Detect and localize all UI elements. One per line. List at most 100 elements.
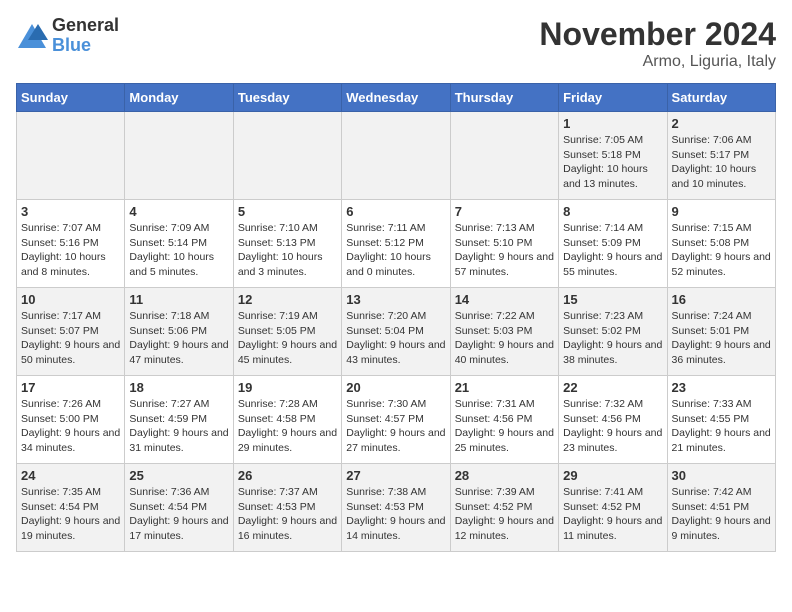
day-info: Sunrise: 7:09 AM Sunset: 5:14 PM Dayligh… xyxy=(129,221,228,280)
day-info: Sunrise: 7:06 AM Sunset: 5:17 PM Dayligh… xyxy=(672,133,771,192)
day-info: Sunrise: 7:39 AM Sunset: 4:52 PM Dayligh… xyxy=(455,485,554,544)
calendar-day-header: Monday xyxy=(125,84,233,112)
calendar-day-cell: 5Sunrise: 7:10 AM Sunset: 5:13 PM Daylig… xyxy=(233,200,341,288)
calendar-day-cell: 24 Sunrise: 7:35 AM Sunset: 4:54 PM Dayli… xyxy=(17,464,125,552)
calendar-day-header: Tuesday xyxy=(233,84,341,112)
day-number: 9 xyxy=(672,204,771,219)
calendar-day-cell: 21 Sunrise: 7:31 AM Sunset: 4:56 PM Dayli… xyxy=(450,376,558,464)
day-number: 18 xyxy=(129,380,228,395)
day-number: 8 xyxy=(563,204,662,219)
calendar-day-header: Wednesday xyxy=(342,84,450,112)
calendar-day-cell: 25 Sunrise: 7:36 AM Sunset: 4:54 PM Dayli… xyxy=(125,464,233,552)
day-info: Sunrise: 7:41 AM Sunset: 4:52 PM Dayligh… xyxy=(563,485,662,544)
day-info: Sunrise: 7:35 AM Sunset: 4:54 PM Dayligh… xyxy=(21,485,120,544)
day-info: Sunrise: 7:37 AM Sunset: 4:53 PM Dayligh… xyxy=(238,485,337,544)
calendar-day-cell xyxy=(342,112,450,200)
calendar-day-header: Sunday xyxy=(17,84,125,112)
day-info: Sunrise: 7:07 AM Sunset: 5:16 PM Dayligh… xyxy=(21,221,120,280)
location-subtitle: Armo, Liguria, Italy xyxy=(539,53,776,71)
day-number: 23 xyxy=(672,380,771,395)
calendar-day-cell: 3Sunrise: 7:07 AM Sunset: 5:16 PM Daylig… xyxy=(17,200,125,288)
calendar-body: 1Sunrise: 7:05 AM Sunset: 5:18 PM Daylig… xyxy=(17,112,776,552)
calendar-day-cell: 18 Sunrise: 7:27 AM Sunset: 4:59 PM Dayli… xyxy=(125,376,233,464)
day-info: Sunrise: 7:42 AM Sunset: 4:51 PM Dayligh… xyxy=(672,485,771,544)
day-number: 14 xyxy=(455,292,554,307)
day-info: Sunrise: 7:23 AM Sunset: 5:02 PM Dayligh… xyxy=(563,309,662,368)
day-info: Sunrise: 7:33 AM Sunset: 4:55 PM Dayligh… xyxy=(672,397,771,456)
calendar-day-cell: 29 Sunrise: 7:41 AM Sunset: 4:52 PM Dayli… xyxy=(559,464,667,552)
calendar-day-cell: 15 Sunrise: 7:23 AM Sunset: 5:02 PM Dayli… xyxy=(559,288,667,376)
calendar-day-cell: 1Sunrise: 7:05 AM Sunset: 5:18 PM Daylig… xyxy=(559,112,667,200)
calendar-day-cell: 16 Sunrise: 7:24 AM Sunset: 5:01 PM Dayli… xyxy=(667,288,775,376)
day-info: Sunrise: 7:27 AM Sunset: 4:59 PM Dayligh… xyxy=(129,397,228,456)
logo-general-text: General xyxy=(52,16,119,36)
calendar-day-cell xyxy=(233,112,341,200)
day-number: 6 xyxy=(346,204,445,219)
day-info: Sunrise: 7:14 AM Sunset: 5:09 PM Dayligh… xyxy=(563,221,662,280)
day-info: Sunrise: 7:17 AM Sunset: 5:07 PM Dayligh… xyxy=(21,309,120,368)
calendar-day-cell: 11 Sunrise: 7:18 AM Sunset: 5:06 PM Dayli… xyxy=(125,288,233,376)
day-info: Sunrise: 7:31 AM Sunset: 4:56 PM Dayligh… xyxy=(455,397,554,456)
calendar-day-cell: 13Sunrise: 7:20 AM Sunset: 5:04 PM Dayli… xyxy=(342,288,450,376)
day-info: Sunrise: 7:18 AM Sunset: 5:06 PM Dayligh… xyxy=(129,309,228,368)
calendar-day-cell: 26 Sunrise: 7:37 AM Sunset: 4:53 PM Dayli… xyxy=(233,464,341,552)
day-number: 10 xyxy=(21,292,120,307)
page-header: General Blue November 2024 Armo, Liguria… xyxy=(16,16,776,71)
calendar-day-cell: 9Sunrise: 7:15 AM Sunset: 5:08 PM Daylig… xyxy=(667,200,775,288)
calendar-week-row: 24 Sunrise: 7:35 AM Sunset: 4:54 PM Dayli… xyxy=(17,464,776,552)
calendar-header: SundayMondayTuesdayWednesdayThursdayFrid… xyxy=(17,84,776,112)
day-number: 20 xyxy=(346,380,445,395)
day-number: 24 xyxy=(21,468,120,483)
calendar-day-cell: 22 Sunrise: 7:32 AM Sunset: 4:56 PM Dayli… xyxy=(559,376,667,464)
calendar-week-row: 3Sunrise: 7:07 AM Sunset: 5:16 PM Daylig… xyxy=(17,200,776,288)
day-number: 25 xyxy=(129,468,228,483)
day-number: 11 xyxy=(129,292,228,307)
day-number: 16 xyxy=(672,292,771,307)
day-info: Sunrise: 7:24 AM Sunset: 5:01 PM Dayligh… xyxy=(672,309,771,368)
calendar-day-header: Thursday xyxy=(450,84,558,112)
calendar-table: SundayMondayTuesdayWednesdayThursdayFrid… xyxy=(16,83,776,552)
day-number: 17 xyxy=(21,380,120,395)
day-info: Sunrise: 7:38 AM Sunset: 4:53 PM Dayligh… xyxy=(346,485,445,544)
logo-icon xyxy=(16,22,48,50)
calendar-day-cell: 30 Sunrise: 7:42 AM Sunset: 4:51 PM Dayli… xyxy=(667,464,775,552)
day-info: Sunrise: 7:32 AM Sunset: 4:56 PM Dayligh… xyxy=(563,397,662,456)
day-number: 15 xyxy=(563,292,662,307)
calendar-day-header: Saturday xyxy=(667,84,775,112)
calendar-week-row: 1Sunrise: 7:05 AM Sunset: 5:18 PM Daylig… xyxy=(17,112,776,200)
calendar-day-cell: 28Sunrise: 7:39 AM Sunset: 4:52 PM Dayli… xyxy=(450,464,558,552)
day-info: Sunrise: 7:10 AM Sunset: 5:13 PM Dayligh… xyxy=(238,221,337,280)
month-title: November 2024 xyxy=(539,16,776,53)
calendar-day-cell: 7 Sunrise: 7:13 AM Sunset: 5:10 PM Daylig… xyxy=(450,200,558,288)
day-number: 19 xyxy=(238,380,337,395)
day-number: 29 xyxy=(563,468,662,483)
calendar-day-cell: 14Sunrise: 7:22 AM Sunset: 5:03 PM Dayli… xyxy=(450,288,558,376)
day-number: 2 xyxy=(672,116,771,131)
day-info: Sunrise: 7:36 AM Sunset: 4:54 PM Dayligh… xyxy=(129,485,228,544)
calendar-day-cell: 27 Sunrise: 7:38 AM Sunset: 4:53 PM Dayli… xyxy=(342,464,450,552)
calendar-day-cell: 12 Sunrise: 7:19 AM Sunset: 5:05 PM Dayli… xyxy=(233,288,341,376)
calendar-day-cell: 10 Sunrise: 7:17 AM Sunset: 5:07 PM Dayli… xyxy=(17,288,125,376)
calendar-day-cell: 8 Sunrise: 7:14 AM Sunset: 5:09 PM Daylig… xyxy=(559,200,667,288)
calendar-day-cell: 6 Sunrise: 7:11 AM Sunset: 5:12 PM Daylig… xyxy=(342,200,450,288)
day-number: 30 xyxy=(672,468,771,483)
day-info: Sunrise: 7:11 AM Sunset: 5:12 PM Dayligh… xyxy=(346,221,445,280)
day-number: 13 xyxy=(346,292,445,307)
calendar-week-row: 17Sunrise: 7:26 AM Sunset: 5:00 PM Dayli… xyxy=(17,376,776,464)
day-number: 22 xyxy=(563,380,662,395)
calendar-day-cell: 2 Sunrise: 7:06 AM Sunset: 5:17 PM Daylig… xyxy=(667,112,775,200)
calendar-day-cell xyxy=(125,112,233,200)
day-info: Sunrise: 7:13 AM Sunset: 5:10 PM Dayligh… xyxy=(455,221,554,280)
calendar-day-cell xyxy=(17,112,125,200)
day-number: 1 xyxy=(563,116,662,131)
day-number: 26 xyxy=(238,468,337,483)
day-number: 21 xyxy=(455,380,554,395)
calendar-day-cell: 19 Sunrise: 7:28 AM Sunset: 4:58 PM Dayli… xyxy=(233,376,341,464)
day-number: 7 xyxy=(455,204,554,219)
day-info: Sunrise: 7:28 AM Sunset: 4:58 PM Dayligh… xyxy=(238,397,337,456)
day-number: 12 xyxy=(238,292,337,307)
calendar-day-cell: 20Sunrise: 7:30 AM Sunset: 4:57 PM Dayli… xyxy=(342,376,450,464)
day-info: Sunrise: 7:19 AM Sunset: 5:05 PM Dayligh… xyxy=(238,309,337,368)
logo: General Blue xyxy=(16,16,119,56)
day-number: 27 xyxy=(346,468,445,483)
